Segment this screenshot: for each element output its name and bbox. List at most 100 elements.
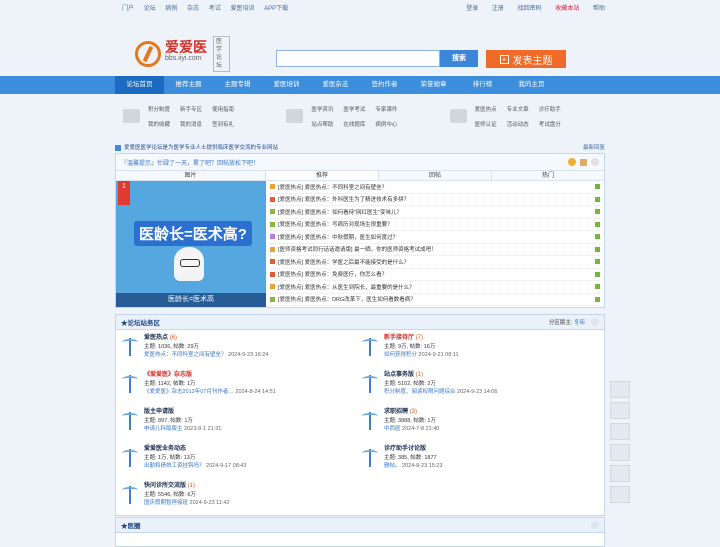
user-icon[interactable] — [610, 423, 630, 440]
hot-topic-item[interactable]: [医师资格考试同行话话邀请版] 最一晒，你的医师资格考试成吧！ — [270, 244, 600, 256]
quick-link[interactable]: 医师认证 — [475, 120, 497, 128]
hot-topic-title[interactable]: [爱医热点] 爱医热点：学医之后最不能接受的是什么？ — [278, 258, 595, 266]
quick-link[interactable]: 医学考试 — [343, 105, 365, 113]
tab-hot[interactable]: 热门 — [492, 171, 604, 180]
board-name[interactable]: 《爱爱医》杂志版 — [144, 372, 192, 378]
login-link[interactable]: 登录 — [466, 6, 478, 12]
top-link-training[interactable]: 爱医培训 — [230, 6, 254, 12]
latest-replies-link[interactable]: 最新回复 — [583, 143, 605, 151]
search-button[interactable]: 搜索 — [440, 50, 478, 67]
quick-link[interactable]: 积分制度 — [148, 105, 170, 113]
quick-link[interactable]: 签到有礼 — [212, 120, 234, 128]
nav-my-page[interactable]: 我的主页 — [507, 76, 556, 94]
collapse-toggle-icon[interactable] — [591, 158, 599, 166]
site-logo[interactable]: 爱爱医 bbs.iiyi.com 医学论坛 — [135, 36, 230, 72]
board-name[interactable]: 新手接待厅 — [384, 335, 414, 341]
board-last-post[interactable]: 积分制度、阅读权限问题综合 — [384, 389, 456, 395]
board-last-post[interactable]: 申请儿科版版主 — [144, 426, 183, 432]
nav-authors[interactable]: 签约作者 — [360, 76, 409, 94]
board-name[interactable]: 快问诊所交流版 — [144, 483, 186, 489]
quick-link[interactable]: 活动动态 — [507, 120, 529, 128]
hot-topic-title[interactable]: [爱医热点] 爱医热点：中秋假期，医生如何度过？ — [278, 233, 595, 241]
quick-link[interactable]: 病例中心 — [375, 120, 397, 128]
hot-topic-item[interactable]: [爱医热点] 爱医热点：从医生到院长，最重要的是什么？ — [270, 281, 600, 294]
quick-link[interactable]: 使用指南 — [212, 105, 234, 113]
gift-icon[interactable] — [580, 158, 587, 166]
collapse-toggle-icon[interactable] — [591, 521, 599, 529]
hot-topic-title[interactable]: [医师资格考试同行话话邀请版] 最一晒，你的医师资格考试成吧！ — [278, 245, 595, 253]
quick-link[interactable]: 诊疗助手 — [539, 105, 561, 113]
tab-replies[interactable]: 回帖 — [379, 171, 492, 180]
quick-link[interactable]: 专家课件 — [375, 105, 397, 113]
forum-section-title[interactable]: ★医圈 — [121, 520, 141, 530]
hot-topic-item[interactable]: [爱医热点] 爱医热点：写病历对现场生很重要？ — [270, 219, 600, 231]
nav-ranking[interactable]: 排行榜 — [458, 76, 507, 94]
share-icon[interactable] — [610, 444, 630, 461]
board-last-post[interactable]: 爱医热点：不同科室之间有壁垒？ — [144, 352, 227, 358]
hot-topic-item[interactable]: [爱医热点] 爱医热点：免费医疗，你怎么看？ — [270, 269, 600, 281]
weibo-icon[interactable] — [610, 486, 630, 503]
board-last-post[interactable]: 删帖。 — [384, 463, 401, 469]
forgot-password-link[interactable]: 找回密码 — [518, 6, 542, 12]
star-icon[interactable] — [568, 158, 576, 166]
hot-topic-title[interactable]: [爱医热点] 爱医热点：写病历对现场生很重要？ — [278, 220, 595, 228]
board-name[interactable]: 版主申请版 — [144, 409, 174, 415]
search-input[interactable] — [276, 50, 440, 67]
board-name[interactable]: 爱医热点 — [144, 335, 168, 341]
nav-home[interactable]: 论坛首页 — [115, 76, 164, 94]
quick-link[interactable]: 爱医热点 — [475, 105, 497, 113]
quick-link[interactable]: 在线题库 — [343, 120, 365, 128]
bookmark-link[interactable]: 收藏本站 — [555, 6, 579, 12]
nav-magazine[interactable]: 爱医杂志 — [311, 76, 360, 94]
quick-link[interactable]: 专业文章 — [507, 105, 529, 113]
featured-banner[interactable]: 1 医龄长=医术高? 医龄长=医术高 — [116, 181, 266, 307]
board-name[interactable]: 站点事务版 — [384, 372, 414, 378]
top-link-exam[interactable]: 考试 — [209, 6, 221, 12]
board-name[interactable]: 求职招聘 — [384, 409, 408, 415]
quick-link[interactable]: 医学资讯 — [311, 105, 333, 113]
collapse-toggle-icon[interactable] — [591, 318, 599, 326]
quick-link[interactable]: 考试盘分 — [539, 120, 561, 128]
board-last-post[interactable]: 如何获得积分 — [384, 352, 417, 358]
hot-topic-title[interactable]: [爱医热点] 爱医热点：如何看待"网红医生"变味儿？ — [278, 208, 595, 216]
forum-section-title[interactable]: ★论坛站务区 — [121, 317, 160, 327]
nav-collections[interactable]: 主题专辑 — [213, 76, 262, 94]
top-link-portal[interactable]: 门户 — [122, 6, 134, 12]
hot-topic-title[interactable]: [爱医热点] 爱医热点：外科医生为了精进技术有多拼？ — [278, 195, 595, 203]
hot-topic-item[interactable]: [爱医热点] 爱医热点：DRG改革下，医生如何看数看病？ — [270, 294, 600, 306]
board-last-post[interactable]: 国庆假期暂停接班 — [144, 500, 188, 506]
top-link-forum[interactable]: 论坛 — [144, 6, 156, 12]
post-topic-button[interactable]: + 发表主题 — [486, 50, 566, 68]
nav-medals[interactable]: 荣誉勋章 — [409, 76, 458, 94]
hot-topic-title[interactable]: [爱医热点] 爱医热点：从医生到院长，最重要的是什么？ — [278, 283, 595, 291]
board-last-post[interactable]: 《爱爱医》杂志2012年07月刊作者… — [144, 389, 234, 395]
top-link-cases[interactable]: 病例 — [165, 6, 177, 12]
tab-recommended[interactable]: 推荐 — [266, 171, 379, 180]
nav-recommended[interactable]: 推荐主题 — [164, 76, 213, 94]
hot-topic-title[interactable]: [爱医热点] 爱医热点：免费医疗，你怎么看？ — [278, 270, 595, 278]
chat-icon[interactable] — [610, 381, 630, 398]
hot-topic-item[interactable]: [爱医热点] 爱医热点：外科医生为了精进技术有多拼？ — [270, 194, 600, 206]
nav-training[interactable]: 爱医培训 — [262, 76, 311, 94]
board-name[interactable]: 诊疗助手讨论版 — [384, 446, 426, 452]
board-last-post[interactable]: 中西医 — [384, 426, 401, 432]
quick-link[interactable]: 我的消息 — [180, 120, 202, 128]
quick-link[interactable]: 我的收藏 — [148, 120, 170, 128]
help-link[interactable]: 帮助 — [593, 6, 605, 12]
hot-topic-item[interactable]: [爱医热点] 爱医热点：不同科室之间有壁垒？ — [270, 181, 600, 194]
quick-link[interactable]: 站点帮助 — [311, 120, 333, 128]
tab-images[interactable]: 图片 — [116, 171, 266, 180]
hot-topic-item[interactable]: [爱医热点] 爱医热点：学医之后最不能接受的是什么？ — [270, 256, 600, 269]
board-name[interactable]: 爱爱医业务动态 — [144, 446, 186, 452]
feedback-icon[interactable] — [610, 402, 630, 419]
wechat-icon[interactable] — [610, 465, 630, 482]
board-last-post[interactable]: 出勤和绩效工资挂钩吗？ — [144, 463, 205, 469]
moderator-link[interactable]: 冬街 — [574, 320, 585, 326]
hot-topic-title[interactable]: [爱医热点] 爱医热点：不同科室之间有壁垒？ — [278, 183, 595, 191]
quick-link[interactable]: 新手专区 — [180, 105, 202, 113]
hot-topic-title[interactable]: [爱医热点] 爱医热点：DRG改革下，医生如何看数看病？ — [278, 295, 595, 303]
top-link-app[interactable]: APP下载 — [264, 6, 288, 12]
hot-topic-item[interactable]: [爱医热点] 爱医热点：如何看待"网红医生"变味儿？ — [270, 206, 600, 219]
register-link[interactable]: 注册 — [492, 6, 504, 12]
hot-topic-item[interactable]: [爱医热点] 爱医热点：中秋假期，医生如何度过？ — [270, 231, 600, 244]
